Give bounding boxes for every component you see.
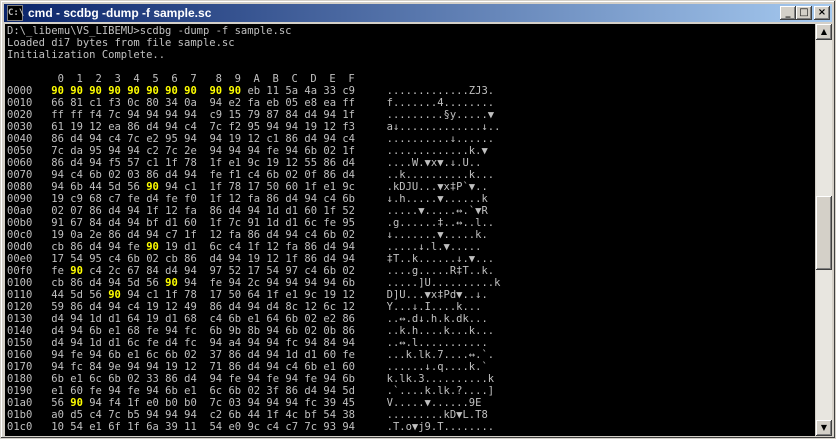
console-line: 0180 6b e1 6c 6b 02 33 86 d4 94 fe 94 fe… bbox=[7, 373, 495, 385]
console-line: 0020 ff ff f4 7c 94 94 94 94 c9 15 79 87… bbox=[7, 109, 495, 121]
console-line: Loaded di7 bytes from file sample.sc bbox=[7, 37, 235, 49]
minimize-button[interactable]: _ bbox=[780, 6, 796, 20]
console-line: 0130 d4 94 1d d1 64 19 d1 68 c4 6b e1 64… bbox=[7, 313, 488, 325]
console-line: 0080 94 6b 44 5d 56 90 94 c1 1f 78 17 50… bbox=[7, 181, 488, 193]
console-text: D:\_libemu\VS_LIBEMU>scdbg -dump -f samp… bbox=[5, 24, 815, 433]
console-line: 0030 61 19 12 ea 86 d4 94 c4 7c f2 95 94… bbox=[7, 121, 501, 133]
console-line: 0070 94 c4 6b 02 03 86 d4 94 fe f1 c4 6b… bbox=[7, 169, 495, 181]
console-line: 0110 44 5d 56 90 94 c1 1f 78 17 50 64 1f… bbox=[7, 289, 488, 301]
console-line: 0120 59 86 d4 94 c4 19 12 49 86 d4 94 d4… bbox=[7, 301, 482, 313]
window-title: cmd - scdbg -dump -f sample.sc bbox=[28, 6, 212, 20]
console-line: 0040 86 d4 94 c4 7c e2 95 94 94 19 12 c1… bbox=[7, 133, 495, 145]
console-line: 0010 66 81 c1 f3 0c 80 34 0a 94 e2 fa eb… bbox=[7, 97, 495, 109]
console-line: 00d0 cb 86 d4 94 fe 90 19 d1 6c c4 1f 12… bbox=[7, 241, 482, 253]
console-line: 0060 86 d4 94 f5 57 c1 1f 78 1f e1 9c 19… bbox=[7, 157, 482, 169]
maximize-button[interactable]: □ bbox=[796, 6, 812, 20]
console-line: D:\_libemu\VS_LIBEMU>scdbg -dump -f samp… bbox=[7, 25, 292, 37]
scroll-thumb[interactable] bbox=[816, 196, 832, 270]
console-line: 0000 90 90 90 90 90 90 90 90 90 90 eb 11… bbox=[7, 85, 495, 97]
console-line: Initialization Complete.. bbox=[7, 49, 166, 61]
console-line: 01b0 a0 d5 c4 7c b5 94 94 94 c2 6b 44 1f… bbox=[7, 409, 488, 421]
console-line: 00c0 19 0a 2e 86 d4 94 c7 1f 12 fa 86 d4… bbox=[7, 229, 488, 241]
console-line: 0090 19 c9 68 c7 fe d4 fe f0 1f 12 fa 86… bbox=[7, 193, 488, 205]
console-line: 0050 7c da 95 94 94 c2 7c 2e 94 94 94 fe… bbox=[7, 145, 488, 157]
console-line: 0140 d4 94 6b e1 68 fe 94 fc 6b 9b 8b 94… bbox=[7, 325, 495, 337]
console-line: 00a0 02 07 86 d4 94 1f 12 fa 86 d4 94 1d… bbox=[7, 205, 488, 217]
console-line: 0 1 2 3 4 5 6 7 8 9 A B C D E F bbox=[7, 73, 355, 85]
console-line: 0100 cb 86 d4 94 5d 56 90 94 fe 94 2c 94… bbox=[7, 277, 501, 289]
console-line: 00e0 17 54 95 c4 6b 02 cb 86 d4 94 19 12… bbox=[7, 253, 495, 265]
console-line: 0170 94 fc 84 9e 94 94 19 12 71 86 d4 94… bbox=[7, 361, 488, 373]
console-line: 01a0 56 90 94 f4 1f e0 b0 b0 7c 03 94 94… bbox=[7, 397, 482, 409]
console-line: 00b0 91 67 84 d4 94 bf d1 60 1f 7c 91 1d… bbox=[7, 217, 495, 229]
console-output[interactable]: D:\_libemu\VS_LIBEMU>scdbg -dump -f samp… bbox=[5, 24, 815, 436]
console-window: C:\ cmd - scdbg -dump -f sample.sc _ □ ×… bbox=[0, 0, 836, 439]
scroll-up-icon[interactable]: ▲ bbox=[816, 24, 832, 40]
vertical-scrollbar[interactable]: ▲ ▼ bbox=[816, 24, 832, 436]
title-bar[interactable]: C:\ cmd - scdbg -dump -f sample.sc _ □ × bbox=[4, 4, 832, 22]
console-line: 0150 d4 94 1d d1 6c fe d4 fc 94 a4 94 94… bbox=[7, 337, 488, 349]
cmd-app-icon[interactable]: C:\ bbox=[7, 5, 24, 21]
console-line: 0190 e1 60 fe 94 fe 94 6b e1 6c 6b 02 3f… bbox=[7, 385, 495, 397]
scroll-down-icon[interactable]: ▼ bbox=[816, 420, 832, 436]
close-button[interactable]: × bbox=[814, 6, 830, 20]
console-line: 01c0 10 54 e1 6f 1f 6a 39 11 54 e0 9c c4… bbox=[7, 421, 495, 433]
console-line: 0160 94 fe 94 6b e1 6c 6b 02 37 86 d4 94… bbox=[7, 349, 495, 361]
console-line: 00f0 fe 90 c4 2c 67 84 d4 94 97 52 17 54… bbox=[7, 265, 495, 277]
